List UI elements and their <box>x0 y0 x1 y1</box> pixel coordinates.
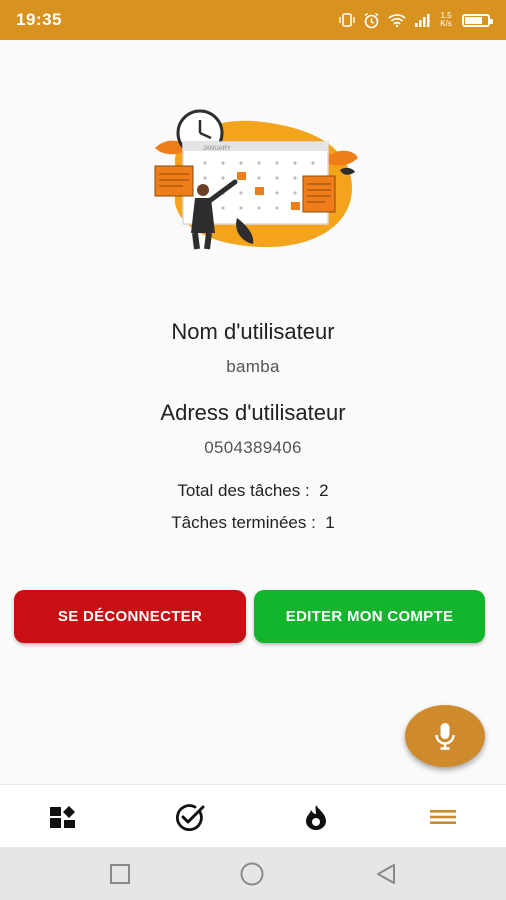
nav-tasks-done[interactable] <box>160 797 220 837</box>
menu-icon <box>429 809 456 824</box>
home-icon[interactable] <box>239 861 265 887</box>
done-tasks-label: Tâches terminées : <box>171 513 316 532</box>
bottom-navigation <box>0 784 506 848</box>
svg-text:JANUARY: JANUARY <box>203 146 231 152</box>
recent-apps-icon[interactable] <box>109 863 131 885</box>
fire-icon <box>306 804 327 830</box>
nav-menu[interactable] <box>413 797 473 837</box>
voice-fab-button[interactable] <box>405 705 485 767</box>
status-time: 19:35 <box>16 10 62 29</box>
check-circle-icon <box>175 803 205 831</box>
done-tasks-value: 1 <box>325 513 335 532</box>
dashboard-icon <box>50 805 76 828</box>
username-label: Nom d'utilisateur <box>171 319 335 344</box>
back-icon[interactable] <box>374 862 398 886</box>
address-label: Adress d'utilisateur <box>160 400 346 425</box>
status-icons: 1.5 K/s <box>339 11 493 29</box>
system-navigation-bar <box>0 847 506 900</box>
status-bar: 19:35 1.5 K/s <box>0 0 506 40</box>
nav-dashboard[interactable] <box>33 797 93 837</box>
calendar-schedule-illustration: JANUARY <box>154 109 358 250</box>
logout-button[interactable]: SE DÉCONNECTER <box>14 590 246 643</box>
total-tasks-label: Total des tâches : <box>177 481 310 500</box>
edit-account-button[interactable]: EDITER MON COMPTE <box>254 590 485 643</box>
address-value: 0504389406 <box>204 438 302 457</box>
network-speed-icon: 1.5 K/s <box>440 11 452 28</box>
done-tasks-row: Tâches terminées : 1 <box>0 513 506 533</box>
signal-icon <box>415 14 430 27</box>
vibrate-icon <box>339 13 355 27</box>
username-value: bamba <box>226 357 280 376</box>
microphone-icon <box>435 723 455 750</box>
total-tasks-value: 2 <box>319 481 329 500</box>
nav-trending[interactable] <box>286 797 346 837</box>
alarm-icon <box>364 12 379 28</box>
battery-icon <box>462 13 493 27</box>
wifi-icon <box>388 14 406 27</box>
total-tasks-row: Total des tâches : 2 <box>0 481 506 501</box>
